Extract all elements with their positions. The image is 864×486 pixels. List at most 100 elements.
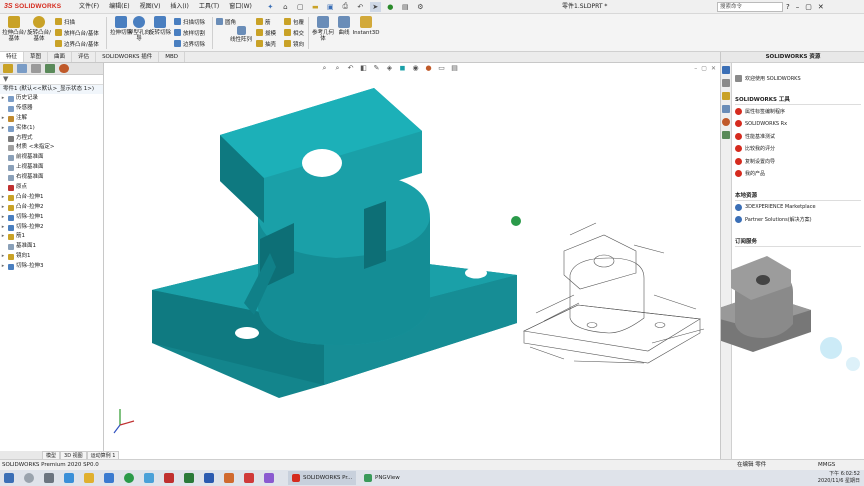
view-palette-icon[interactable] [722, 105, 730, 113]
tab-evaluate[interactable]: 评估 [72, 52, 97, 62]
resource-link[interactable]: Partner Solutions(解决方案) [735, 214, 861, 227]
taskbar-pngview[interactable]: PNGView [360, 471, 404, 485]
boundary-boss-button[interactable]: 边界凸台/基体 [55, 39, 99, 48]
expand-arrow-icon[interactable]: ▸ [0, 262, 6, 272]
app-icon[interactable] [164, 473, 174, 483]
tree-node[interactable]: ▸ 注解 [0, 114, 103, 124]
app-icon[interactable] [224, 473, 234, 483]
tree-node[interactable]: ▸ 凸台-拉伸2 [0, 203, 103, 213]
expand-arrow-icon[interactable]: ▸ [0, 232, 6, 242]
resource-link[interactable]: 3DEXPERIENCE Marketplace [735, 201, 861, 214]
resources-tab-icon[interactable] [722, 66, 730, 74]
menu-window[interactable]: 窗口(W) [224, 0, 257, 14]
undo-icon[interactable]: ↶ [355, 2, 366, 12]
sweep-button[interactable]: 扫描 [55, 17, 75, 26]
save-icon[interactable]: ▣ [325, 2, 336, 12]
tree-node[interactable]: ▸ 凸台-拉伸1 [0, 193, 103, 203]
resource-link[interactable]: 性能基准测试 [735, 130, 861, 143]
tree-node[interactable]: 基准面1 [0, 242, 103, 252]
design-library-icon[interactable] [722, 79, 730, 87]
display-manager-icon[interactable] [59, 64, 69, 73]
file-explorer-icon[interactable] [84, 473, 94, 483]
tree-node[interactable]: ▸ 切除-拉伸1 [0, 213, 103, 223]
app-icon[interactable] [264, 473, 274, 483]
expand-arrow-icon[interactable]: ▸ [0, 203, 6, 213]
select-icon[interactable]: ➤ [369, 1, 381, 12]
lofted-cut-button[interactable]: 放样切割 [174, 28, 205, 37]
app-icon[interactable] [104, 473, 114, 483]
resource-link[interactable]: 复制设置向导 [735, 155, 861, 168]
app-icon[interactable] [124, 473, 134, 483]
filter-icon[interactable]: ▼ [0, 75, 103, 85]
print-icon[interactable]: ⎙ [340, 2, 351, 12]
rib-button[interactable]: 筋 [256, 17, 271, 26]
open-folder-icon[interactable]: ▬ [310, 2, 321, 12]
excel-icon[interactable] [184, 473, 194, 483]
bearing-block-model[interactable] [152, 88, 517, 398]
tree-node[interactable]: 材质 <未指定> [0, 143, 103, 153]
tree-node[interactable]: ▸ 历史记录 [0, 94, 103, 104]
tree-node[interactable]: ▸ 切除-拉伸2 [0, 223, 103, 233]
tree-node[interactable]: 前视基准面 [0, 153, 103, 163]
loft-button[interactable]: 放样凸台/基体 [55, 28, 99, 37]
tab-features[interactable]: 特征 [0, 52, 25, 62]
shell-button[interactable]: 抽壳 [256, 39, 276, 48]
menu-tools[interactable]: 工具(T) [194, 0, 224, 14]
file-explorer-icon[interactable] [722, 92, 730, 100]
tree-node[interactable]: 上视基准面 [0, 163, 103, 173]
appearances-icon[interactable] [722, 118, 730, 126]
home-icon[interactable]: ⌂ [280, 2, 291, 12]
swept-cut-button[interactable]: 扫描切除 [174, 17, 205, 26]
menu-edit[interactable]: 编辑(E) [104, 0, 134, 14]
revolved-cut-button[interactable]: 旋转切除 [148, 16, 172, 36]
expand-arrow-icon[interactable]: ▸ [0, 124, 6, 134]
custom-properties-icon[interactable] [722, 131, 730, 139]
help-icon[interactable]: ? [786, 0, 790, 14]
tree-node[interactable]: ▸ 实体(1) [0, 124, 103, 134]
tree-node[interactable]: ▸ 筋1 [0, 232, 103, 242]
options-gear-icon[interactable]: ⚙ [415, 2, 426, 12]
start-icon[interactable] [4, 473, 14, 483]
tree-node[interactable]: ▸ 切除-拉伸3 [0, 262, 103, 272]
menu-insert[interactable]: 插入(I) [165, 0, 193, 14]
tree-node[interactable]: 原点 [0, 183, 103, 193]
property-manager-icon[interactable] [17, 64, 27, 73]
word-icon[interactable] [204, 473, 214, 483]
expand-arrow-icon[interactable]: ▸ [0, 213, 6, 223]
expand-arrow-icon[interactable]: ▸ [0, 252, 6, 262]
close-icon[interactable]: ✕ [818, 0, 824, 14]
tree-node[interactable]: 方程式 [0, 134, 103, 144]
intersect-button[interactable]: 相交 [284, 28, 304, 37]
tree-node[interactable]: 右视基准面 [0, 173, 103, 183]
expand-arrow-icon[interactable]: ▸ [0, 223, 6, 233]
new-document-icon[interactable]: ▢ [295, 2, 306, 12]
menu-file[interactable]: 文件(F) [74, 0, 104, 14]
wrap-button[interactable]: 包覆 [284, 17, 304, 26]
linear-pattern-button[interactable]: 线性阵列 [229, 26, 253, 43]
app-icon[interactable] [144, 473, 154, 483]
rebuild-icon[interactable]: ● [385, 2, 396, 12]
boundary-cut-button[interactable]: 边界切除 [174, 39, 205, 48]
resource-link[interactable]: 属性标签编制程序 [735, 105, 861, 118]
pin-icon[interactable]: ✦ [265, 2, 276, 12]
menu-view[interactable]: 视图(V) [135, 0, 166, 14]
unit-system[interactable]: MMGS [818, 460, 835, 470]
tree-node[interactable]: 传感器 [0, 104, 103, 114]
tree-node[interactable]: ▸ 镜向1 [0, 252, 103, 262]
dimxpert-icon[interactable] [45, 64, 55, 73]
resource-link[interactable]: SOLIDWORKS Rx [735, 118, 861, 131]
task-view-icon[interactable] [44, 473, 54, 483]
graphics-area[interactable]: ⌕ ⌕ ↶ ◧ ✎ ◈ ◼ ◉ ● ▭ ▤ – ▢ ✕ [104, 63, 720, 459]
extruded-boss-button[interactable]: 拉伸凸台/基体 [2, 16, 26, 42]
mirror-button[interactable]: 镜向 [284, 39, 304, 48]
expand-arrow-icon[interactable]: ▸ [0, 94, 6, 104]
fillet-button[interactable]: 圆角 [216, 17, 236, 26]
expand-arrow-icon[interactable]: ▸ [0, 114, 6, 124]
app-icon[interactable] [244, 473, 254, 483]
tab-mbd[interactable]: MBD [159, 52, 186, 62]
revolved-boss-button[interactable]: 旋转凸台/基体 [27, 16, 51, 42]
taskbar-solidworks[interactable]: SOLIDWORKS Pr... [288, 471, 357, 485]
draft-button[interactable]: 拔模 [256, 28, 276, 37]
expand-arrow-icon[interactable]: ▸ [0, 193, 6, 203]
tab-addins[interactable]: SOLIDWORKS 插件 [96, 52, 160, 62]
